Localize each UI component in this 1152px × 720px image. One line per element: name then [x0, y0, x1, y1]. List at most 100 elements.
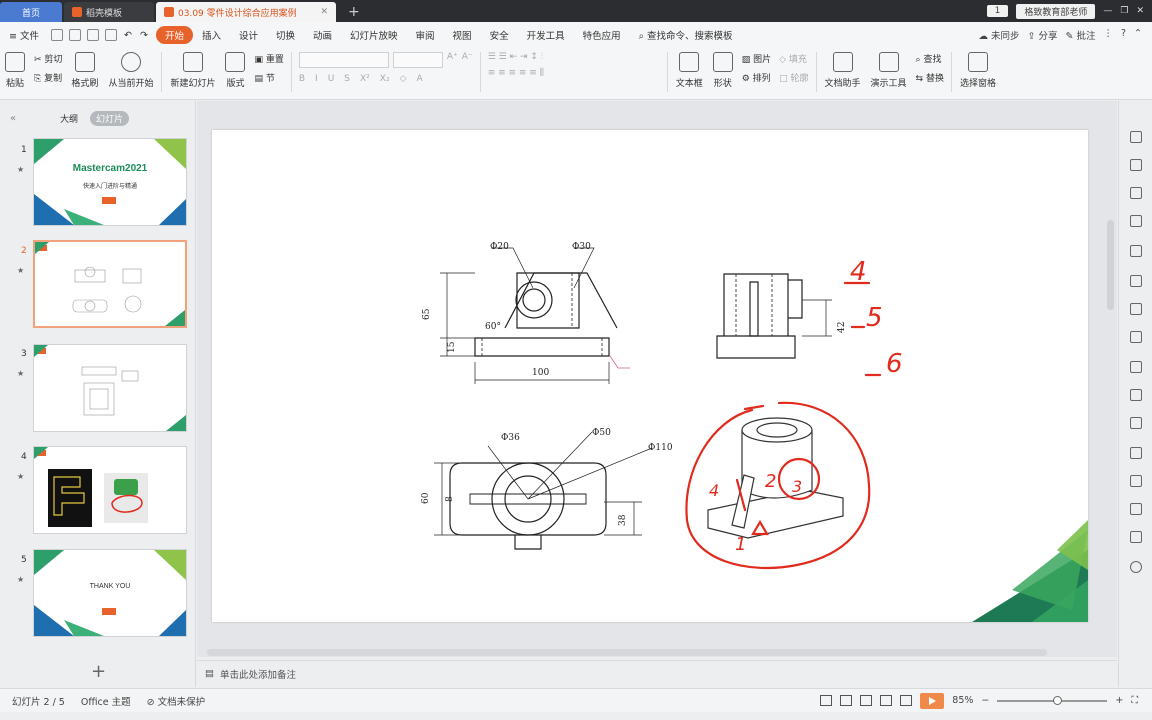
font-name-select[interactable]	[298, 52, 389, 68]
font-grow-icon[interactable]: A⁺	[447, 52, 458, 68]
menu-item-transition[interactable]: 切换	[267, 28, 304, 42]
zoom-in-icon[interactable]: +	[1115, 695, 1123, 706]
slide-thumbnail-5[interactable]: THANK YOU	[33, 549, 187, 637]
notes-view-icon[interactable]	[820, 695, 833, 706]
export-icon[interactable]	[1130, 389, 1142, 401]
tab-templates[interactable]: 稻壳模板	[64, 2, 154, 22]
notes-bar[interactable]: ▤ 单击此处添加备注	[197, 660, 1117, 686]
bold-icon[interactable]: B	[299, 74, 305, 84]
align-icons[interactable]: ≡ ≡ ≡ ≡ ≡ ⫼	[488, 68, 660, 78]
font-shrink-icon[interactable]: A⁻	[462, 52, 473, 68]
protect-status[interactable]: ⊘ 文档未保护	[147, 694, 206, 708]
collapse-ribbon-icon[interactable]: ⌃	[1134, 28, 1142, 42]
menu-file[interactable]: ≡ 文件	[0, 28, 48, 42]
audio-icon[interactable]	[1130, 475, 1142, 487]
zoom-level[interactable]: 85%	[952, 695, 973, 706]
object-icon[interactable]	[1130, 131, 1142, 143]
cut-button[interactable]: ✂ 剪切	[34, 52, 62, 65]
reading-view-icon[interactable]	[880, 695, 893, 706]
clear-format-icon[interactable]: ◇	[400, 74, 407, 84]
select-pane-button[interactable]: 选择窗格	[955, 52, 1001, 89]
strikethrough-icon[interactable]: S	[344, 74, 350, 84]
new-slide-button[interactable]: 新建幻灯片	[165, 52, 220, 89]
arrange-button[interactable]: ⚙ 排列	[742, 71, 771, 84]
settings-icon[interactable]	[1130, 331, 1142, 343]
table-icon[interactable]	[1130, 245, 1142, 257]
transition-icon[interactable]	[1130, 187, 1142, 199]
grid-icon[interactable]	[1130, 275, 1142, 287]
horizontal-scrollbar[interactable]	[207, 649, 1047, 656]
tab-outline[interactable]: 大纲	[60, 112, 78, 125]
slide-thumbnail-4[interactable]	[33, 446, 187, 534]
underline-icon[interactable]: U	[328, 74, 335, 84]
help-circle-icon[interactable]	[1130, 561, 1142, 573]
help-icon[interactable]: ?	[1121, 28, 1126, 42]
command-search[interactable]: ⌕ 查找命令、搜索模板	[630, 28, 742, 42]
superscript-icon[interactable]: X²	[360, 74, 370, 84]
doc-helper-button[interactable]: 文档助手	[820, 52, 866, 89]
zoom-out-icon[interactable]: −	[981, 695, 989, 706]
fill-icon[interactable]	[1130, 215, 1142, 227]
more-icon[interactable]: ⋮	[1103, 28, 1113, 42]
menu-item-developer[interactable]: 开发工具	[518, 28, 574, 42]
save-icon[interactable]	[51, 29, 63, 41]
menu-item-review[interactable]: 审阅	[407, 28, 444, 42]
menu-item-start[interactable]: 开始	[155, 26, 193, 44]
menu-item-features[interactable]: 特色应用	[574, 28, 630, 42]
preview-icon[interactable]	[105, 29, 117, 41]
presenter-view-icon[interactable]	[900, 695, 913, 706]
menu-item-slideshow[interactable]: 幻灯片放映	[341, 28, 407, 42]
copy-icon[interactable]	[1130, 361, 1142, 373]
outline-button[interactable]: □ 轮廓	[779, 71, 808, 84]
close-window-icon[interactable]: ✕	[1136, 6, 1144, 16]
history-icon[interactable]	[1130, 531, 1142, 543]
zoom-slider[interactable]	[997, 695, 1108, 705]
style-icon[interactable]	[1130, 159, 1142, 171]
undo-icon[interactable]: ↶	[124, 30, 132, 41]
italic-icon[interactable]: I	[315, 74, 318, 84]
fit-window-icon[interactable]: ⛶	[1131, 695, 1138, 706]
tab-slides[interactable]: 幻灯片	[90, 110, 130, 126]
paste-button[interactable]: 粘贴	[0, 52, 30, 89]
current-slide[interactable]: Φ20 Φ30 65 15 60° 100 42 Φ36 Φ50 Φ110 60…	[212, 130, 1088, 622]
textbox-button[interactable]: 文本框	[671, 52, 708, 89]
reset-button[interactable]: ▣ 重置	[254, 52, 283, 65]
menu-item-insert[interactable]: 插入	[193, 28, 230, 42]
section-button[interactable]: ▤ 节	[254, 71, 283, 84]
maximize-icon[interactable]: ❐	[1120, 6, 1128, 16]
add-slide-icon[interactable]: +	[91, 661, 106, 682]
comment-button[interactable]: ✎ 批注	[1065, 28, 1095, 42]
archive-icon[interactable]	[1130, 417, 1142, 429]
presenter-tools-button[interactable]: 演示工具	[866, 52, 912, 89]
slideshow-play-button[interactable]	[920, 692, 945, 709]
from-current-button[interactable]: 从当前开始	[103, 52, 158, 89]
normal-view-icon[interactable]	[840, 695, 853, 706]
menu-item-security[interactable]: 安全	[481, 28, 518, 42]
slide-thumbnail-2[interactable]	[33, 240, 187, 328]
collapse-pane-icon[interactable]: «	[10, 113, 16, 124]
zoom-slider-knob[interactable]	[1053, 695, 1063, 705]
tab-home[interactable]: 首页	[0, 2, 62, 22]
menu-item-view[interactable]: 视图	[444, 28, 481, 42]
shape-button[interactable]: 形状	[708, 52, 738, 89]
record-icon[interactable]	[1130, 503, 1142, 515]
font-color-icon[interactable]: A	[417, 74, 423, 84]
tab-document[interactable]: 03.09 零件设计综合应用案例 ✕	[156, 2, 336, 22]
subscript-icon[interactable]: X₂	[380, 74, 390, 84]
minimize-icon[interactable]: —	[1103, 6, 1112, 16]
copy-button[interactable]: ⎘ 复制	[34, 71, 62, 84]
user-name[interactable]: 格致教育部老师	[1016, 3, 1096, 19]
slide-thumbnail-1[interactable]: Mastercam2021 快速入门进阶与精通	[33, 138, 187, 226]
new-tab-icon[interactable]: +	[348, 4, 360, 20]
replace-button[interactable]: ⇆ 替换	[916, 71, 944, 84]
image-icon[interactable]	[1130, 447, 1142, 459]
share-button[interactable]: ⇪ 分享	[1027, 28, 1057, 42]
menu-item-design[interactable]: 设计	[230, 28, 267, 42]
fill-button[interactable]: ◇ 填充	[779, 52, 808, 65]
close-tab-icon[interactable]: ✕	[320, 7, 328, 17]
find-button[interactable]: ⌕ 查找	[916, 52, 944, 65]
format-painter-button[interactable]: 格式刷	[66, 52, 103, 89]
editing-canvas[interactable]: Φ20 Φ30 65 15 60° 100 42 Φ36 Φ50 Φ110 60…	[197, 101, 1117, 657]
font-size-select[interactable]	[392, 52, 443, 68]
chart-icon[interactable]	[1130, 303, 1142, 315]
